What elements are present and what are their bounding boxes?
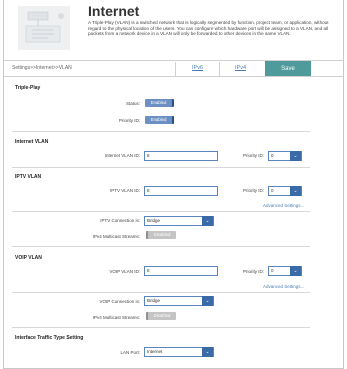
save-button[interactable]: Save <box>265 61 311 76</box>
iptv-vlan-title: IPTV VLAN <box>15 174 42 180</box>
traffic-type-title: Interface Traffic Type Setting <box>15 335 84 341</box>
iptv-connection-select[interactable]: Bridge ⌄ <box>144 216 214 226</box>
voip-vlan-id-input[interactable]: 8 <box>144 266 218 276</box>
internet-priority-value: 0 <box>271 153 274 158</box>
network-diagram-icon <box>18 6 70 50</box>
iptv-vlan-id-label: IPTV VLAN ID: <box>109 188 140 193</box>
voip-priority-select[interactable]: 0 ⌄ <box>268 266 302 276</box>
page-header: Internet A Triple-Play (VLAN) is a switc… <box>4 0 343 56</box>
chevron-down-icon: ⌄ <box>290 151 301 161</box>
voip-connection-value: Bridge <box>147 298 161 303</box>
tab-ipv4[interactable]: IPv4 <box>235 65 246 71</box>
iptv-multicast-toggle[interactable]: Disabled <box>146 231 176 239</box>
chevron-down-icon: ⌄ <box>290 266 301 276</box>
lan-port-select[interactable]: Internet ⌄ <box>144 347 214 357</box>
status-toggle[interactable]: Enabled <box>145 99 174 107</box>
divider <box>12 246 310 247</box>
voip-multicast-toggle[interactable]: Disabled <box>146 312 176 320</box>
breadcrumb[interactable]: Settings>>Internet>>VLAN <box>12 65 72 71</box>
divider <box>12 211 310 212</box>
iptv-priority-select[interactable]: 0 ⌄ <box>268 186 302 196</box>
chevron-down-icon: ⌄ <box>202 216 213 226</box>
triple-play-title: Triple-Play <box>15 85 41 91</box>
priority-id-label: Priority ID: <box>118 118 140 123</box>
iptv-priority-label: Priority ID: <box>242 188 264 193</box>
page-title: Internet <box>88 3 140 19</box>
chevron-down-icon: ⌄ <box>290 186 301 196</box>
voip-connection-label: VOIP Connection is: <box>99 299 140 304</box>
divider <box>12 167 310 168</box>
iptv-priority-value: 0 <box>271 188 274 193</box>
internet-vlan-id-label: Internet VLAN ID: <box>104 153 140 158</box>
tab-divider <box>219 62 220 76</box>
iptv-connection-value: Bridge <box>147 218 161 223</box>
voip-connection-select[interactable]: Bridge ⌄ <box>144 296 214 306</box>
divider <box>12 292 310 293</box>
iptv-connection-label: IPTV Connection is: <box>100 218 140 223</box>
voip-priority-label: Priority ID: <box>242 269 264 274</box>
voip-multicast-label: IPv4 Multicast Streams: <box>92 315 140 320</box>
voip-priority-value: 0 <box>271 268 274 273</box>
iptv-advanced-settings-link[interactable]: Advanced Settings... <box>263 203 304 208</box>
voip-vlan-title: VOIP VLAN <box>15 255 42 261</box>
divider <box>12 131 310 132</box>
priority-id-toggle[interactable]: Enabled <box>145 116 174 124</box>
lan-port-value: Internet <box>147 349 163 354</box>
lan-port-label: LAN Port: <box>120 350 140 355</box>
tab-bar: Settings>>Internet>>VLAN IPv6 IPv4 Save <box>4 60 343 77</box>
status-label: Status: <box>125 101 140 106</box>
tab-ipv6[interactable]: IPv6 <box>192 65 203 71</box>
page-description: A Triple-Play (VLAN) is a switched netwo… <box>88 20 329 37</box>
iptv-multicast-label: IPv4 Multicast Streams: <box>92 234 140 239</box>
page-frame: Internet A Triple-Play (VLAN) is a switc… <box>3 0 344 369</box>
internet-priority-label: Priority ID: <box>242 153 264 158</box>
chevron-down-icon: ⌄ <box>202 347 213 357</box>
tab-divider <box>175 62 176 76</box>
internet-vlan-id-input[interactable]: 8 <box>144 151 218 161</box>
voip-vlan-id-label: VOIP VLAN ID: <box>109 269 140 274</box>
internet-priority-select[interactable]: 0 ⌄ <box>268 151 302 161</box>
divider <box>12 327 310 328</box>
voip-advanced-settings-link[interactable]: Advanced Settings... <box>263 284 304 289</box>
chevron-down-icon: ⌄ <box>202 296 213 306</box>
iptv-vlan-id-input[interactable]: 8 <box>144 186 218 196</box>
internet-vlan-title: Internet VLAN <box>15 139 49 145</box>
